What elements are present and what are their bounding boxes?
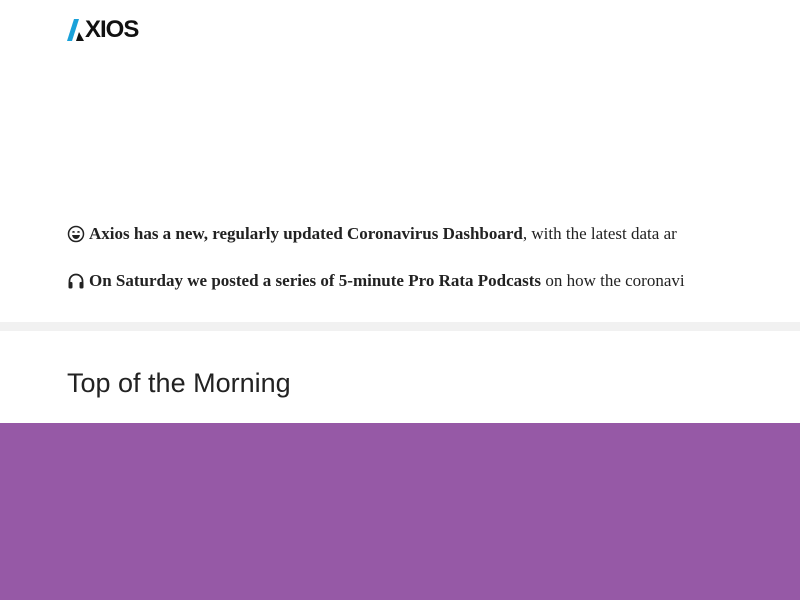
axios-logo-mark-icon [67,19,84,41]
headphones-icon [67,272,85,290]
dashboard-announcement-text: , with the latest data ar [522,224,677,243]
axios-logo-text: XIOS [85,16,139,43]
hero-banner [0,423,800,600]
coronavirus-dashboard-link[interactable]: Axios has a new, regularly updated Coron… [89,224,523,243]
dashboard-announcement: Axios has a new, regularly updated Coron… [67,224,677,244]
podcast-announcement-text: on how the coronavi [541,271,685,290]
pro-rata-podcasts-link[interactable]: On Saturday we posted a series of 5-minu… [89,271,541,290]
section-divider [0,322,800,331]
smiling-face-icon [67,225,85,243]
axios-logo[interactable]: XIOS [67,16,139,43]
section-title: Top of the Morning [67,368,291,398]
podcast-announcement: On Saturday we posted a series of 5-minu… [67,271,685,291]
